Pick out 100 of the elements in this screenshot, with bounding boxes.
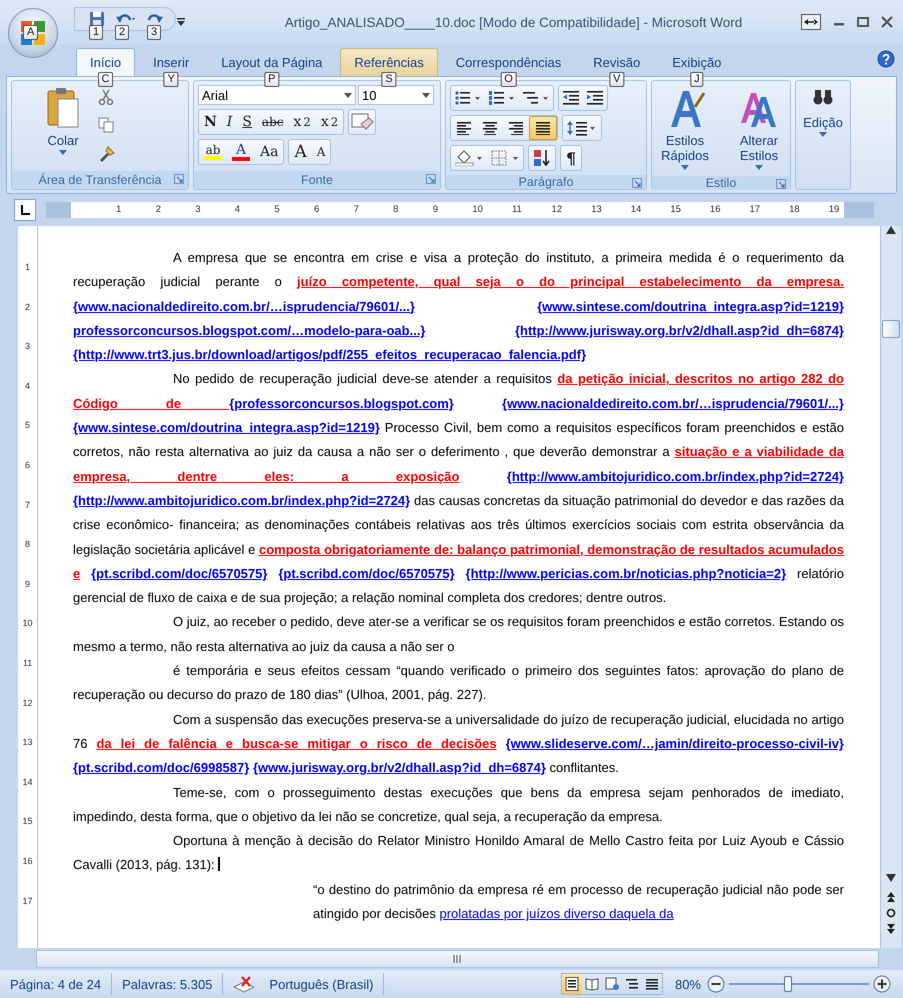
draft-icon[interactable]: [644, 977, 659, 991]
close-icon[interactable]: [881, 16, 893, 28]
ruler-number: 16: [710, 203, 722, 217]
align-justify-icon[interactable]: [536, 122, 550, 134]
dialog-launcher-icon[interactable]: [632, 178, 642, 188]
save-icon[interactable]: [89, 11, 105, 27]
spelling-check-icon[interactable]: [233, 975, 256, 993]
vertical-scrollbar[interactable]: [880, 226, 901, 948]
page-count[interactable]: Página: 4 de 24: [0, 973, 112, 995]
bullet-list-icon[interactable]: [455, 91, 481, 105]
align-right-icon[interactable]: [509, 122, 523, 134]
link[interactable]: {pt.scribd.com/doc/6570575}: [91, 566, 268, 581]
word-count[interactable]: Palavras: 5.305: [112, 973, 224, 995]
horizontal-scrollbar[interactable]: [36, 950, 879, 968]
highlight-button[interactable]: ab: [199, 141, 227, 163]
office-button[interactable]: A: [8, 8, 58, 58]
link[interactable]: {http://www.trt3.jus.br/download/artigos/pdf/255_efeitos_recuperacao_falencia.pdf}: [73, 347, 586, 362]
dialog-launcher-icon[interactable]: [776, 179, 786, 189]
outline-icon[interactable]: [624, 977, 639, 991]
previous-page-icon[interactable]: [886, 892, 896, 902]
numbered-list-icon[interactable]: [489, 91, 515, 105]
keytip: 2: [115, 25, 130, 40]
scroll-up-icon[interactable]: [886, 226, 896, 234]
multilevel-list-icon[interactable]: [523, 91, 549, 105]
paragraph: Oportuna à menção à decisão do Relator Ministro Honildo Amaral de Mello Castro feita por Luiz Ayoub e Cássio Cavalli (2013, pág. 131):: [73, 832, 844, 874]
dropdown-caret-icon: [422, 92, 430, 98]
ruler-number: 6: [314, 203, 320, 217]
keytip: C: [98, 72, 114, 87]
link[interactable]: {http://www.jurisway.org.br/v2/dhall.asp?id_dh=6874}: [514, 322, 844, 338]
zoom-out-icon[interactable]: [707, 975, 725, 993]
ruler-number: 7: [24, 500, 31, 512]
paragraph: Com a suspensão das execuções preserva-se a universalidade do juízo de recuperação judicial, elucidada no artigo 76 da lei de falência e busca-se mitigar o risco de decisões {www.slideserve.com/…jamin/direito-processo-civil-iv} {pt.scribd.com/doc/6998587} {www.jurisway.org.br/v2/dhall.asp?id_dh=6874} conflitantes.: [73, 710, 844, 778]
grow-font-button[interactable]: A: [289, 141, 312, 163]
link[interactable]: {www.nacionaldedireito.com.br/…isprudencia/79601/...}: [73, 298, 415, 314]
format-button[interactable]: S: [237, 111, 257, 133]
dropdown-caret-icon: [344, 92, 352, 98]
link[interactable]: {www.slideserve.com/…jamin/direito-processo-civil-iv}: [506, 736, 844, 751]
ruler-number: 9: [24, 578, 31, 591]
next-page-icon[interactable]: [886, 924, 896, 934]
link[interactable]: {http://www.pericias.com.br/noticias.php?noticia=2}: [466, 566, 786, 581]
link[interactable]: {www.sintese.com/doutrina_integra.asp?id=1219}: [73, 420, 380, 436]
help-icon[interactable]: [877, 50, 895, 68]
open-book-icon[interactable]: [584, 977, 599, 991]
ruler-number: 1: [116, 203, 122, 217]
tab-stop-icon: [20, 205, 30, 215]
brush-icon[interactable]: [98, 145, 116, 163]
zoom-level[interactable]: 80%: [674, 976, 701, 992]
web-layout-icon[interactable]: [604, 977, 619, 991]
customize-dropdown-icon[interactable]: [176, 17, 186, 27]
sort-icon[interactable]: [533, 149, 551, 167]
group-label: Fonte: [301, 173, 333, 187]
format-button[interactable]: abc: [256, 111, 288, 133]
font-size-field[interactable]: 10: [358, 85, 434, 105]
dialog-launcher-icon[interactable]: [426, 174, 436, 184]
paint-bucket-icon[interactable]: [455, 150, 483, 166]
clear-formatting-icon[interactable]: [349, 112, 376, 132]
link[interactable]: {pt.scribd.com/doc/6998587}: [73, 760, 250, 776]
scissors-icon[interactable]: [98, 89, 114, 105]
print-layout-icon[interactable]: [564, 977, 579, 991]
show-marks-button[interactable]: ¶: [561, 147, 582, 169]
dialog-launcher-icon[interactable]: [174, 174, 184, 184]
font-name-field[interactable]: Arial: [198, 85, 356, 105]
align-center-icon[interactable]: [483, 122, 497, 134]
browse-object-icon[interactable]: [886, 908, 896, 918]
decrease-indent-icon[interactable]: [563, 91, 579, 105]
paragraph: No pedido de recuperação judicial deve-se atender a requisitos da petição inicial, descritos no artigo 282 do Código de {professorconcursos.blogspot.com} {www.nacionaldedireito.com.br/…isprudencia/79601/...} {www.sintese.com/doutrina_integra.asp?id=1219} Processo Civil, bem como a requisitos específicos foram preenchidos e estão corretos, não resta alternativa ao juiz da causa a não ser o deferimento , que deverão demonstrar a situação e a viabilidade da empresa, dentre eles: a exposição {http://www.ambitojuridico.com.br/index.php?id=2724} {http://www.ambitojuridico.com.br/index.php?id=2724} das causas concretas da situação patrimonial do devedor e das razões da crise econômico- financeira; as denominações contábeis relativas aos três últimos exercícios sociais com estrita observância da legislação societária aplicável e composta obrigatoriamente de: balanço patrimonial, demonstração de resultados acumulados e {pt.scribd.com/doc/6570575} {pt.scribd.com/doc/6570575} {http://www.pericias.com.br/noticias.php?noticia=2} relatório gerencial de fluxo de caixa e de sua projeção; a relação nominal completa dos credores; dentre outros.: [73, 370, 844, 608]
change-case-button[interactable]: Aa: [255, 141, 284, 163]
quick-styles-button[interactable]: Estilos Rápidos: [648, 85, 722, 172]
link[interactable]: {professorconcursos.blogspot.com}: [229, 396, 454, 411]
format-button[interactable]: N: [199, 111, 222, 133]
scroll-thumb[interactable]: [882, 320, 900, 338]
zoom-in-icon[interactable]: [873, 975, 891, 993]
paragraph: Teme-se, com o prosseguimento destas execuções que bens da empresa sejam penhorados de imediato, impedindo, desta forma, que o objetivo da lei não se concretize, qual seja, a recuperação da empresa.: [73, 784, 844, 826]
scroll-down-icon[interactable]: [886, 874, 896, 882]
link[interactable]: {http://www.ambitojuridico.com.br/index.php?id=2724}: [73, 492, 410, 508]
link[interactable]: {www.jurisway.org.br/v2/dhall.asp?id_dh=6874}: [252, 760, 546, 776]
change-styles-button[interactable]: Alterar Estilos: [724, 85, 794, 172]
copy-icon[interactable]: [98, 117, 114, 133]
format-button[interactable]: I: [222, 111, 238, 133]
link[interactable]: {www.nacionaldedireito.com.br/…isprudencia/79601/...}: [502, 396, 844, 411]
tab-selector[interactable]: [14, 199, 36, 221]
ruler-number: 10: [21, 618, 34, 630]
align-left-icon[interactable]: [457, 122, 471, 134]
caret-icon: [681, 165, 689, 170]
link[interactable]: {www.sintese.com/doutrina_integra.asp?id=1219}: [537, 298, 844, 314]
line-spacing-icon[interactable]: [567, 120, 597, 136]
increase-indent-icon[interactable]: [587, 91, 603, 105]
resize-arrows-icon[interactable]: [801, 14, 821, 30]
ruler-number: 8: [393, 203, 400, 217]
paste-button[interactable]: Colar: [42, 85, 84, 167]
font-color-button[interactable]: A: [227, 141, 255, 163]
link[interactable]: prolatadas por juízos diverso daquela da: [439, 906, 674, 922]
shrink-font-button[interactable]: A: [312, 141, 330, 163]
zoom-slider-thumb[interactable]: [784, 976, 792, 992]
language-status[interactable]: Português (Brasil): [269, 976, 374, 992]
link[interactable]: {pt.scribd.com/doc/6570575}: [278, 566, 455, 581]
link[interactable]: professorconcursos.blogspot.com/…modelo-para-oab...}: [73, 322, 426, 338]
maximize-icon[interactable]: [857, 16, 869, 28]
borders-icon[interactable]: [491, 150, 519, 166]
link[interactable]: {http://www.ambitojuridico.com.br/index.php?id=2724}: [506, 468, 844, 484]
